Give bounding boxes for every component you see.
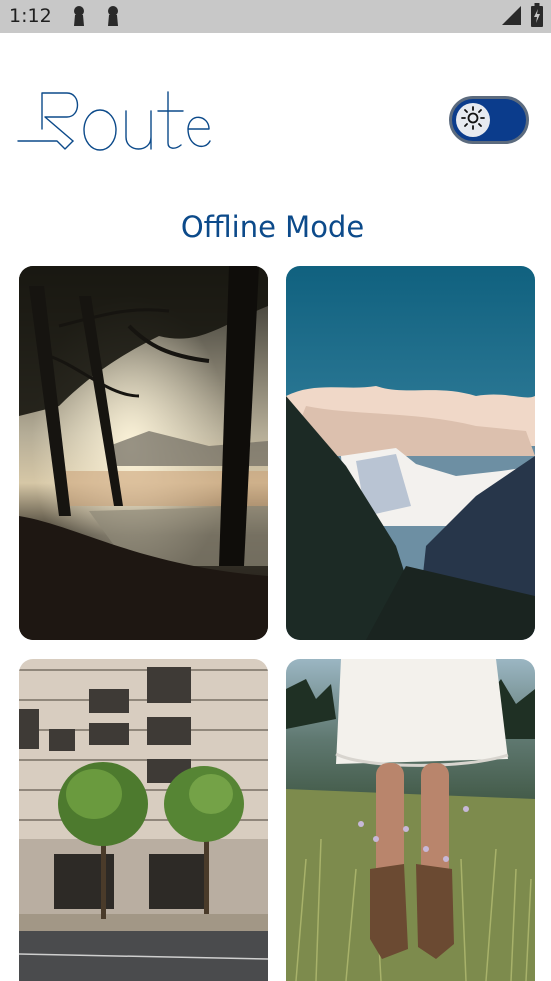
toggle-thumb [456,103,490,137]
signal-icon [501,5,521,30]
status-time: 1:12 [9,5,52,27]
gallery-image-forest-lake[interactable] [19,266,268,640]
route-logo [17,85,217,155]
gallery-image-building[interactable] [19,659,268,981]
gallery-image-mountain[interactable] [286,266,535,640]
page-title: Offline Mode [180,210,365,244]
status-bar: 1:12 [0,0,551,33]
keyhole-icon [71,5,87,32]
gallery-image-meadow[interactable] [286,659,535,981]
battery-icon [531,3,543,32]
sun-icon [460,105,486,136]
keyhole-icon [105,5,121,32]
theme-toggle[interactable] [449,96,529,144]
